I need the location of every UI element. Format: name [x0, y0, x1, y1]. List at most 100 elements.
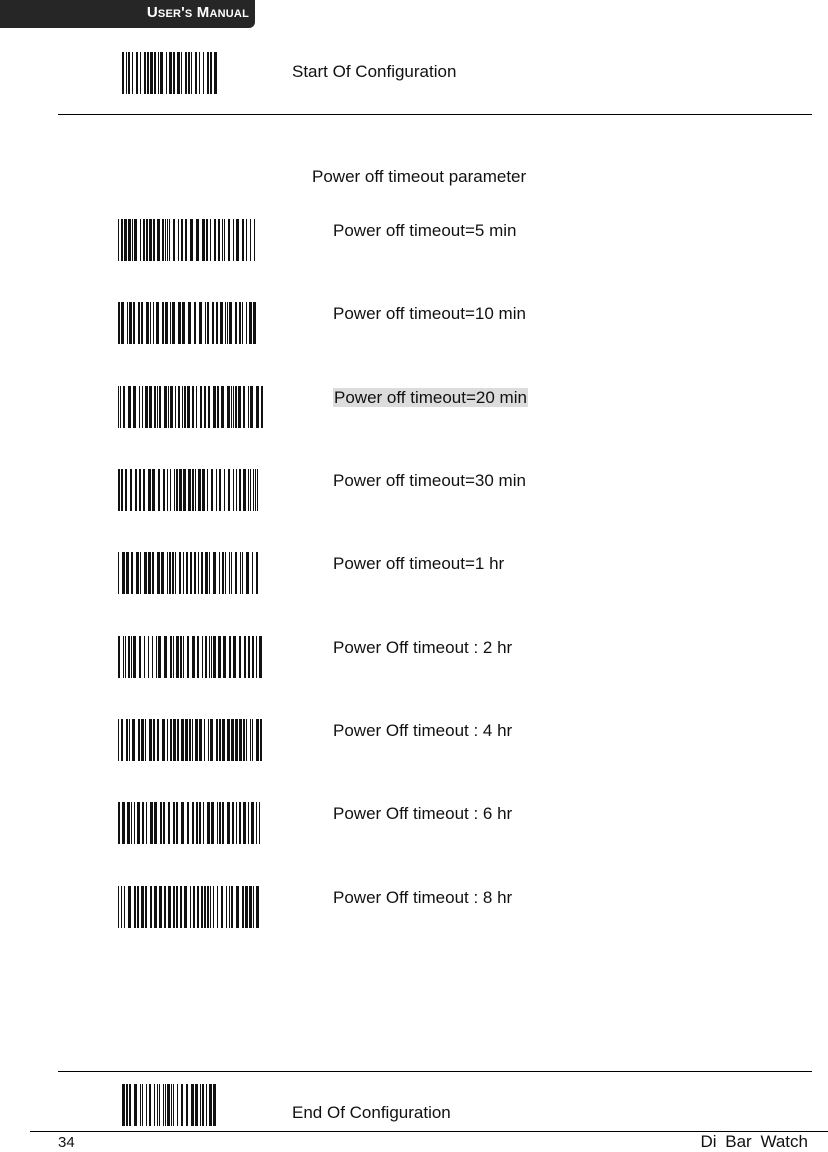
- barcode-bar: [221, 386, 224, 428]
- option-text: Power off timeout=20 min: [333, 388, 528, 407]
- barcode-bar: [134, 219, 137, 261]
- barcode-bar: [185, 219, 187, 261]
- barcode-bar: [172, 302, 175, 344]
- barcode-bar: [163, 802, 165, 844]
- barcode-bar: [229, 302, 232, 344]
- barcode-bar: [227, 386, 230, 428]
- barcode-bar: [243, 386, 245, 428]
- barcode-bar: [261, 386, 263, 428]
- barcode-bar: [196, 386, 197, 428]
- barcode-bar: [162, 302, 164, 344]
- barcode-bar: [159, 386, 161, 428]
- barcode-bar: [121, 302, 124, 344]
- barcode-bar: [228, 469, 230, 511]
- barcode-bar: [207, 802, 210, 844]
- barcode-bar: [167, 719, 168, 761]
- start-barcode-icon: [122, 52, 218, 94]
- barcode-bar: [150, 302, 151, 344]
- bottom-divider: [58, 1071, 812, 1072]
- barcode-bar: [210, 52, 212, 94]
- barcode-bar: [118, 886, 119, 928]
- barcode-bar: [160, 802, 162, 844]
- barcode-bar: [184, 386, 186, 428]
- barcode-bar: [183, 469, 186, 511]
- barcode-bar: [123, 636, 124, 678]
- barcode-bar: [128, 219, 131, 261]
- barcode-bar: [168, 802, 170, 844]
- barcode-bar: [236, 802, 237, 844]
- barcode-bar: [156, 302, 159, 344]
- barcode-bar: [154, 52, 156, 94]
- start-label: Start Of Configuration: [292, 62, 457, 81]
- barcode-bar: [173, 636, 174, 678]
- barcode-bar: [120, 386, 121, 428]
- barcode-bar: [190, 886, 191, 928]
- barcode-bar: [210, 219, 211, 261]
- barcode-bar: [228, 219, 230, 261]
- barcode-bar: [165, 302, 168, 344]
- barcode-bar: [150, 802, 153, 844]
- barcode-bar: [121, 219, 123, 261]
- option-barcode-icon: [118, 719, 264, 761]
- page-number: 34: [58, 1134, 75, 1151]
- barcode-bar: [211, 469, 213, 511]
- barcode-bar: [146, 302, 149, 344]
- barcode-bar: [118, 469, 120, 511]
- barcode-bar: [134, 802, 135, 844]
- option-barcode-icon: [118, 552, 260, 594]
- barcode-bar: [132, 52, 133, 94]
- barcode-bar: [219, 719, 221, 761]
- barcode-bar: [207, 469, 208, 511]
- barcode-bar: [145, 719, 146, 761]
- barcode-bar: [203, 802, 204, 844]
- barcode-bar: [222, 719, 225, 761]
- barcode-bar: [206, 1084, 207, 1126]
- barcode-bar: [152, 636, 153, 678]
- barcode-bar: [173, 219, 175, 261]
- barcode-bar: [170, 719, 172, 761]
- barcode-bar: [249, 302, 252, 344]
- barcode-bar: [156, 636, 157, 678]
- barcode-bar: [175, 552, 176, 594]
- barcode-bar: [128, 386, 131, 428]
- barcode-bar: [213, 636, 216, 678]
- barcode-bar: [193, 886, 195, 928]
- barcode-bar: [242, 302, 243, 344]
- barcode-bar: [231, 552, 232, 594]
- barcode-bar: [220, 302, 223, 344]
- barcode-bar: [204, 719, 205, 761]
- barcode-bar: [201, 886, 203, 928]
- barcode-bar: [171, 1084, 172, 1126]
- barcode-bar: [248, 636, 250, 678]
- barcode-bar: [162, 719, 165, 761]
- option-barcode-icon: [118, 386, 264, 428]
- option-label: Power Off timeout : 8 hr: [333, 888, 512, 908]
- barcode-bar: [196, 802, 198, 844]
- barcode-bar: [157, 552, 160, 594]
- barcode-bar: [235, 386, 237, 428]
- barcode-bar: [144, 552, 147, 594]
- barcode-bar: [218, 636, 221, 678]
- barcode-bar: [252, 552, 253, 594]
- barcode-bar: [243, 719, 245, 761]
- barcode-bar: [213, 552, 216, 594]
- barcode-bar: [121, 719, 123, 761]
- barcode-bar: [248, 802, 249, 844]
- barcode-bar: [199, 302, 202, 344]
- barcode-bar: [209, 636, 210, 678]
- barcode-bar: [183, 636, 184, 678]
- barcode-bar: [137, 886, 139, 928]
- barcode-bar: [153, 719, 155, 761]
- barcode-bar: [146, 802, 147, 844]
- barcode-bar: [227, 802, 230, 844]
- option-text: Power Off timeout : 4 hr: [333, 721, 513, 740]
- barcode-bar: [138, 719, 140, 761]
- barcode-bar: [208, 386, 210, 428]
- barcode-bar: [149, 719, 152, 761]
- barcode-bar: [133, 636, 136, 678]
- barcode-bar: [246, 552, 249, 594]
- barcode-bar: [141, 886, 144, 928]
- barcode-bar: [143, 469, 145, 511]
- barcode-bar: [179, 469, 182, 511]
- barcode-bar: [191, 52, 192, 94]
